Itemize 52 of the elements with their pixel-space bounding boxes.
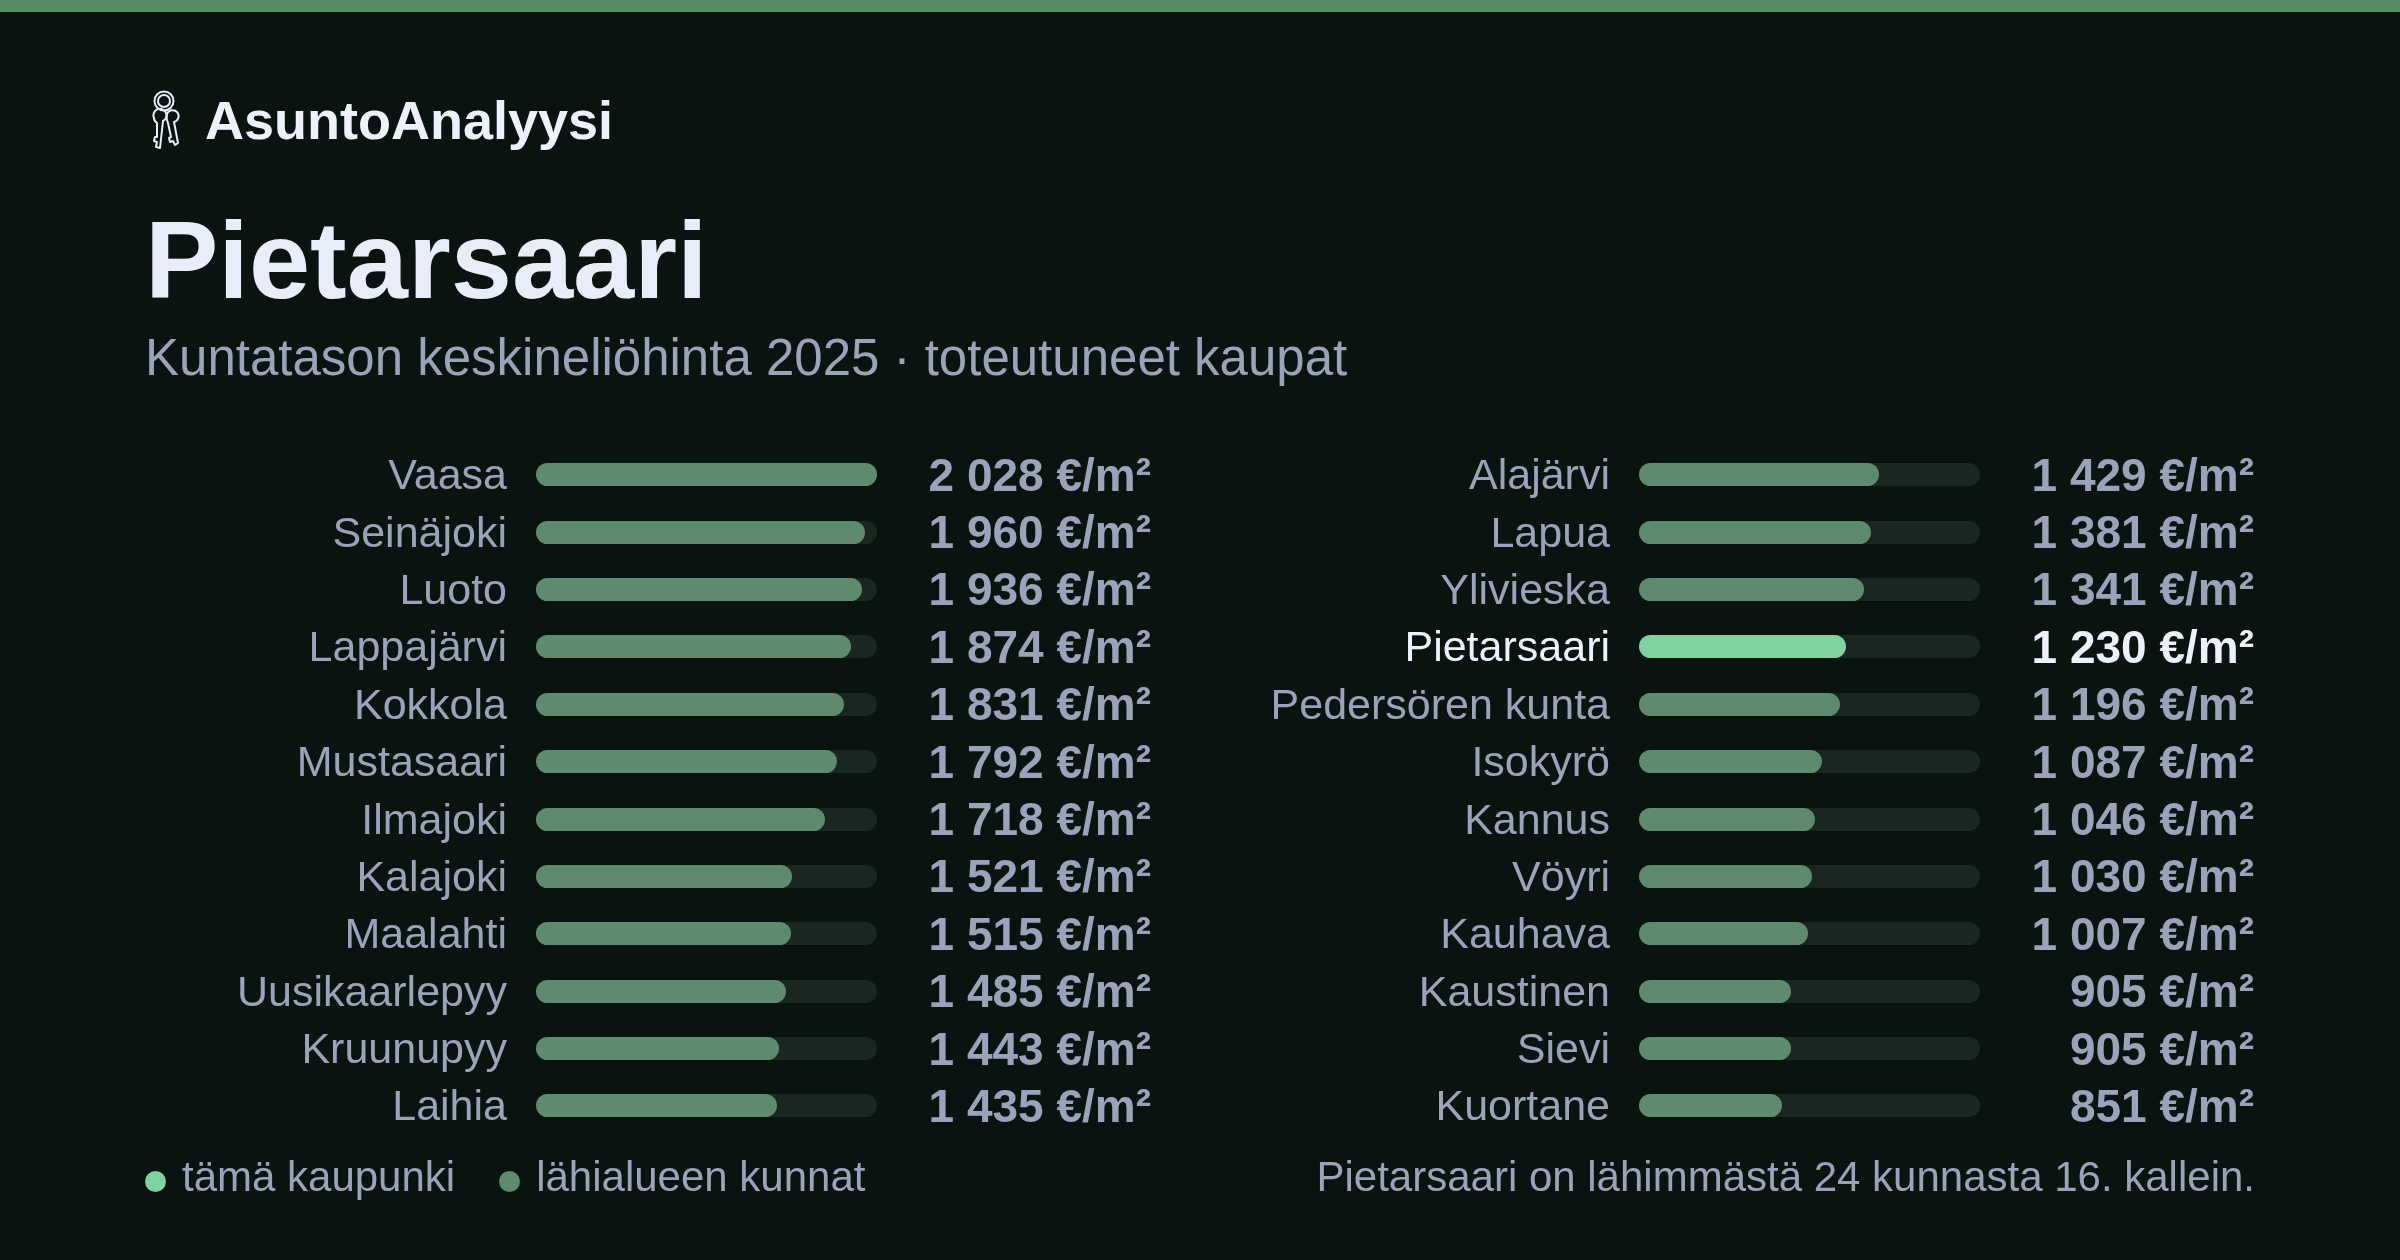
municipality-name: Vöyri bbox=[1512, 854, 1610, 898]
price-value: 1 196 €/m² bbox=[2031, 681, 2254, 728]
municipality-name: Kuortane bbox=[1435, 1084, 1610, 1128]
price-value: 1 831 €/m² bbox=[928, 681, 1151, 728]
price-value: 1 718 €/m² bbox=[928, 796, 1151, 843]
price-value: 1 485 €/m² bbox=[928, 968, 1151, 1015]
price-value: 1 087 €/m² bbox=[2031, 738, 2254, 785]
municipality-name: Kannus bbox=[1464, 797, 1610, 841]
municipality-name: Kokkola bbox=[354, 682, 507, 726]
price-value: 1 046 €/m² bbox=[2031, 796, 2254, 843]
municipality-name: Vaasa bbox=[388, 453, 507, 497]
price-value: 1 435 €/m² bbox=[928, 1083, 1151, 1129]
price-value: 1 936 €/m² bbox=[928, 566, 1151, 613]
price-value: 1 030 €/m² bbox=[2031, 853, 2254, 900]
price-value: 1 874 €/m² bbox=[928, 623, 1151, 670]
price-value: 1 960 €/m² bbox=[928, 509, 1151, 556]
page-title: Pietarsaari bbox=[145, 205, 708, 315]
municipality-name: Alajärvi bbox=[1469, 453, 1610, 497]
municipality-name: Kauhava bbox=[1440, 912, 1610, 956]
municipality-name: Maalahti bbox=[344, 912, 507, 956]
municipality-name: Ylivieska bbox=[1440, 567, 1610, 611]
price-value: 1 230 €/m² bbox=[2031, 623, 2254, 670]
price-value: 905 €/m² bbox=[2069, 1025, 2254, 1072]
municipality-name: Lapua bbox=[1490, 510, 1610, 554]
price-value: 1 341 €/m² bbox=[2031, 566, 2254, 613]
municipality-name: Mustasaari bbox=[296, 740, 507, 784]
municipality-name: Uusikaarlepyy bbox=[236, 969, 507, 1013]
municipality-name: Pedersören kunta bbox=[1270, 682, 1610, 726]
price-value: 2 028 €/m² bbox=[928, 451, 1151, 498]
price-value: 1 515 €/m² bbox=[928, 910, 1151, 957]
municipality-name: Pietarsaari bbox=[1404, 625, 1610, 669]
municipality-name: Laihia bbox=[392, 1084, 507, 1128]
municipality-name: Sievi bbox=[1516, 1027, 1610, 1071]
price-value: 905 €/m² bbox=[2069, 968, 2254, 1015]
legend-label: tämä kaupunki bbox=[182, 1155, 456, 1198]
municipality-name: Seinäjoki bbox=[332, 510, 507, 554]
municipality-name: Lappajärvi bbox=[308, 625, 507, 669]
price-value: 1 521 €/m² bbox=[928, 853, 1151, 900]
ranking-summary: Pietarsaari on lähimmästä 24 kunnasta 16. kallein. bbox=[1316, 1155, 2255, 1198]
price-value: 1 007 €/m² bbox=[2031, 910, 2254, 957]
municipality-name: Isokyrö bbox=[1471, 740, 1610, 784]
legend-label: lähialueen kunnat bbox=[536, 1155, 866, 1198]
price-value: 1 381 €/m² bbox=[2031, 509, 2254, 556]
municipality-name: Kaustinen bbox=[1418, 969, 1610, 1013]
price-value: 851 €/m² bbox=[2069, 1083, 2254, 1129]
municipality-name: Luoto bbox=[399, 567, 507, 611]
price-value: 1 443 €/m² bbox=[928, 1025, 1151, 1072]
price-value: 1 429 €/m² bbox=[2031, 451, 2254, 498]
municipality-name: Kalajoki bbox=[356, 854, 507, 898]
municipality-name: Kruunupyy bbox=[301, 1027, 507, 1071]
municipality-name: Ilmajoki bbox=[361, 797, 507, 841]
price-value: 1 792 €/m² bbox=[928, 738, 1151, 785]
